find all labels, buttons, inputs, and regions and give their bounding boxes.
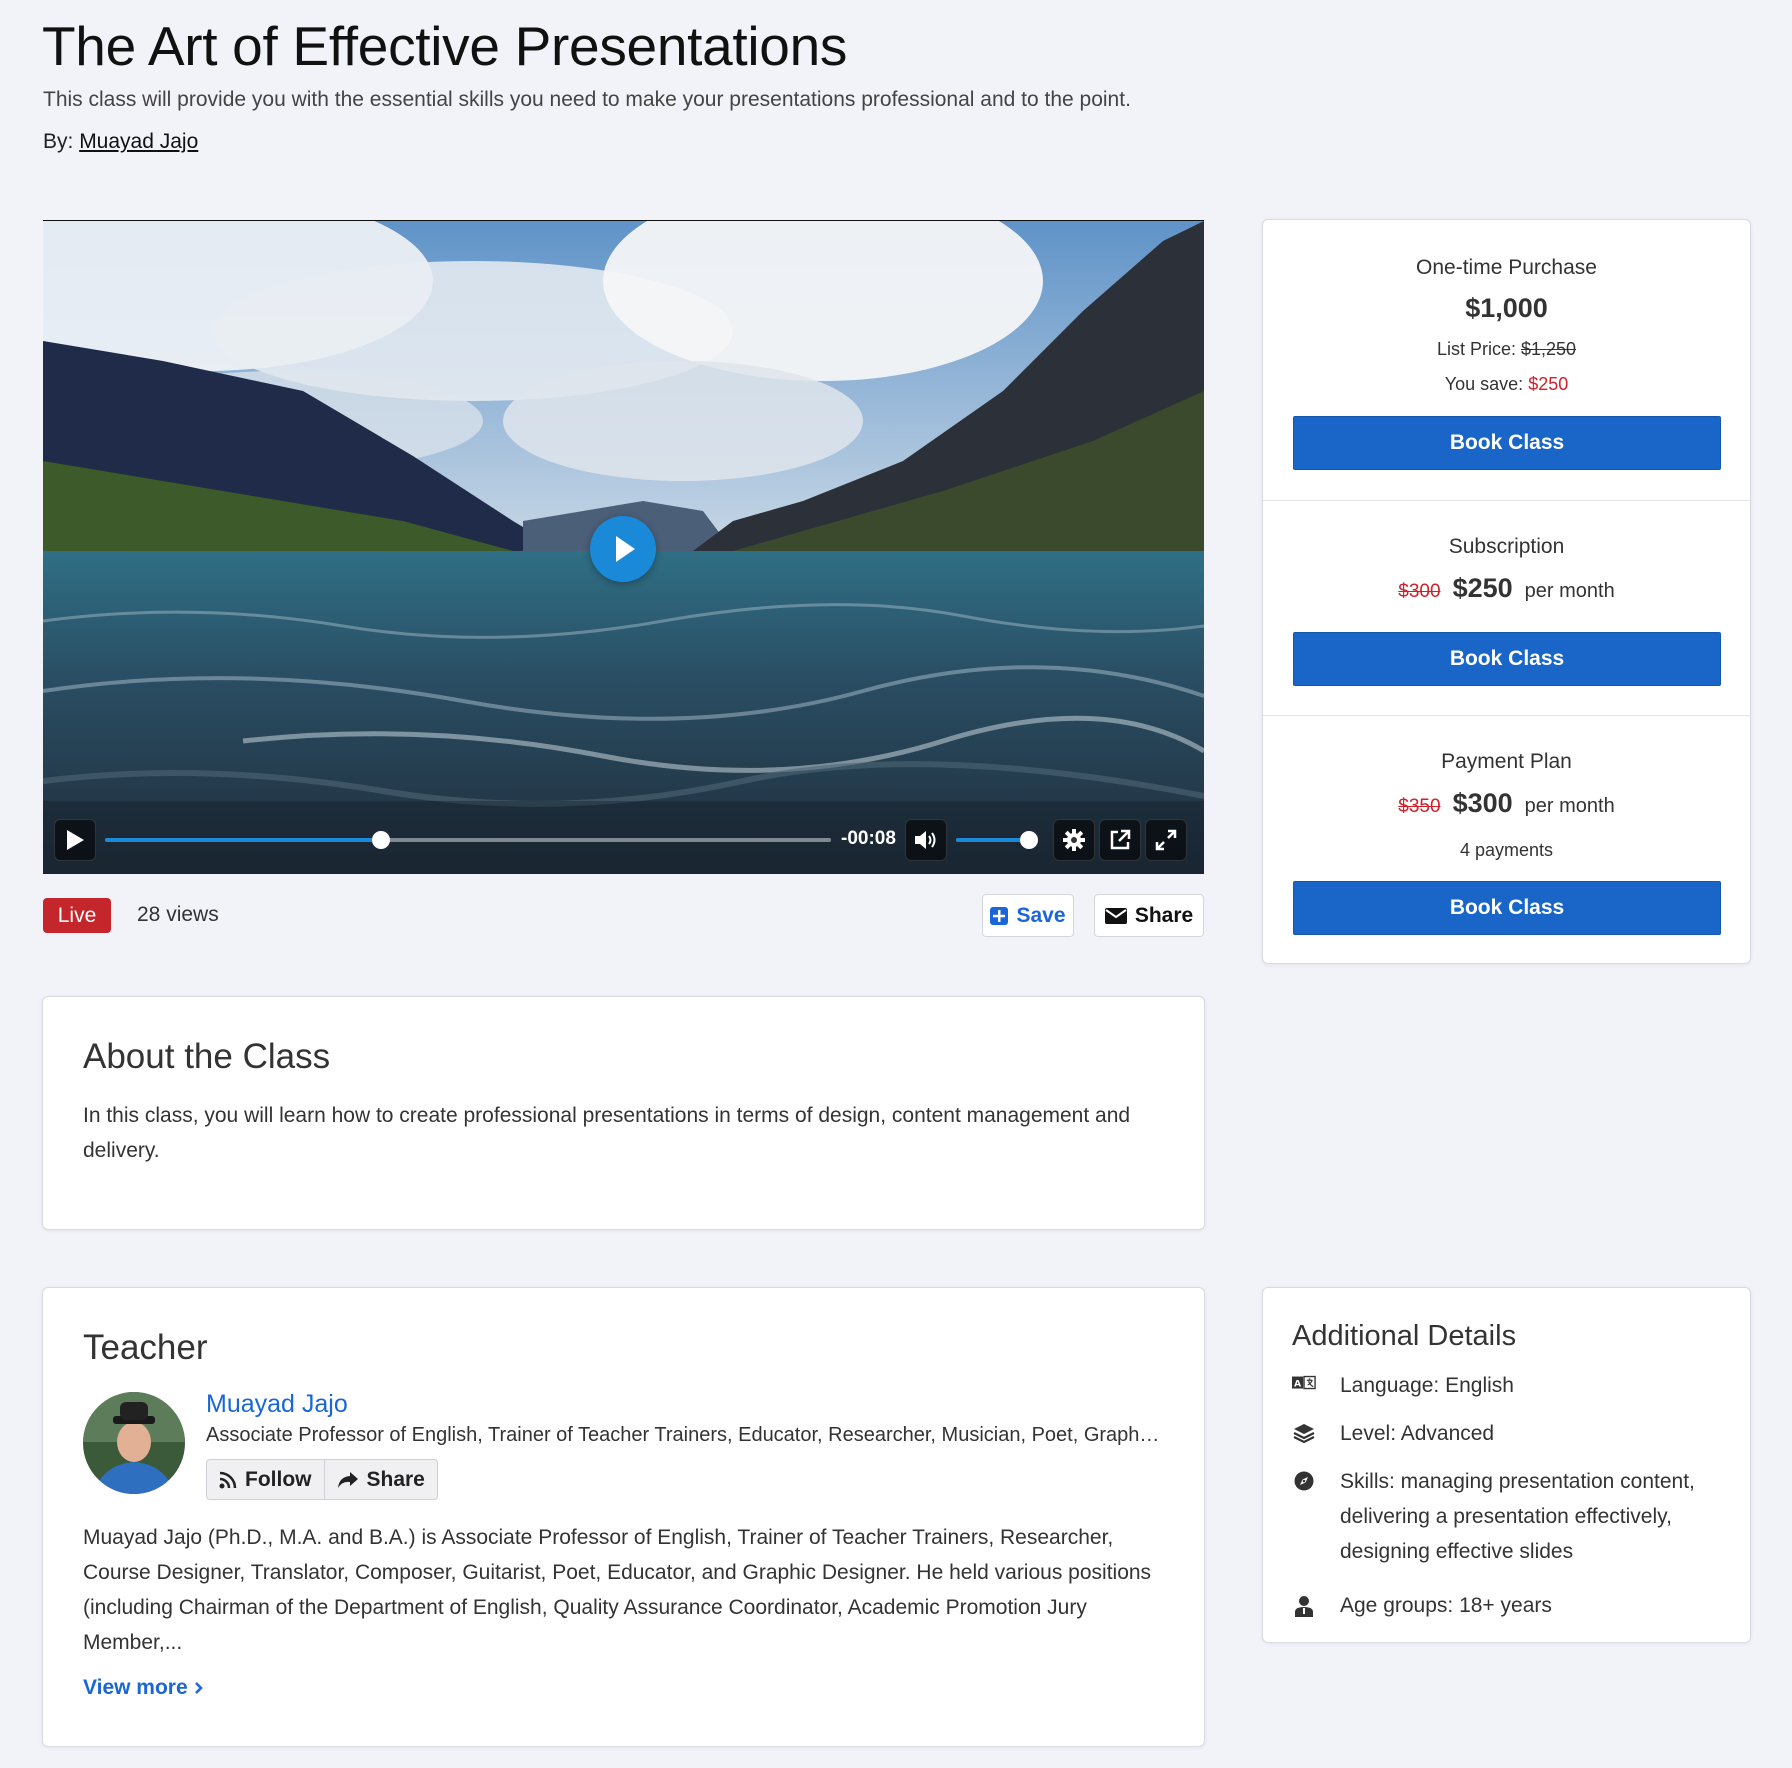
detail-skills: Skills: managing presentation content, d… [1292, 1464, 1732, 1569]
payment-plan-period: per month [1524, 795, 1615, 817]
view-count: 28 views [137, 903, 219, 926]
payment-plan-section: Payment Plan $350 $300 per month 4 payme… [1263, 715, 1750, 965]
volume-handle[interactable] [1020, 831, 1038, 849]
book-class-payment-plan-button[interactable]: Book Class [1293, 881, 1721, 935]
popout-button[interactable] [1099, 819, 1141, 861]
play-button[interactable] [54, 819, 96, 861]
live-badge: Live [43, 898, 111, 933]
video-player[interactable]: -00:08 [43, 220, 1204, 874]
chevron-right-icon [194, 1682, 203, 1694]
book-class-subscription-button[interactable]: Book Class [1293, 632, 1721, 686]
by-label: By: [43, 130, 74, 153]
additional-details-card: Additional Details A Language: English L… [1262, 1287, 1751, 1643]
detail-level: Level: Advanced [1292, 1416, 1732, 1451]
gear-icon [1063, 829, 1085, 851]
book-class-one-time-button[interactable]: Book Class [1293, 416, 1721, 470]
detail-age-groups: Age groups: 18+ years [1292, 1588, 1732, 1623]
about-card: About the Class In this class, you will … [42, 996, 1205, 1230]
language-icon: A [1292, 1368, 1316, 1403]
detail-age-text: Age groups: 18+ years [1340, 1594, 1552, 1617]
details-heading: Additional Details [1292, 1320, 1517, 1352]
you-save-row: You save: $250 [1263, 374, 1750, 395]
one-time-purchase-section: One-time Purchase $1,000 List Price: $1,… [1263, 220, 1750, 500]
payment-plan-price: $300 [1452, 788, 1513, 818]
teacher-card: Teacher Muayad Jajo Associate Professor … [42, 1287, 1205, 1747]
teacher-share-button[interactable]: Share [323, 1460, 437, 1499]
volume-icon [915, 831, 936, 849]
one-time-price: $1,000 [1465, 293, 1548, 323]
time-remaining: -00:08 [841, 828, 896, 849]
progress-bar[interactable] [105, 831, 831, 849]
avatar-image [83, 1392, 185, 1494]
share-label: Share [1134, 903, 1194, 927]
teacher-share-label: Share [366, 1467, 425, 1491]
page-title: The Art of Effective Presentations [42, 15, 848, 77]
payment-plan-price-row: $350 $300 per month [1263, 788, 1750, 819]
person-icon [1292, 1588, 1316, 1623]
envelope-icon [1104, 907, 1127, 924]
follow-button[interactable]: Follow [207, 1460, 324, 1499]
view-more-label: View more [83, 1676, 188, 1699]
play-icon [67, 830, 84, 850]
volume-slider[interactable] [956, 831, 1038, 849]
share-button[interactable]: Share [1094, 894, 1204, 937]
play-overlay-button[interactable] [590, 516, 656, 582]
detail-language-text: Language: English [1340, 1374, 1514, 1397]
external-link-icon [1110, 829, 1131, 850]
mute-button[interactable] [905, 819, 947, 861]
rss-icon [219, 1471, 237, 1488]
teacher-bio: Muayad Jajo (Ph.D., M.A. and B.A.) is As… [83, 1526, 1152, 1654]
save-button[interactable]: Save [982, 894, 1074, 937]
layers-icon [1292, 1416, 1316, 1451]
subscription-price-row: $300 $250 per month [1263, 573, 1750, 604]
page-subtitle: This class will provide you with the ess… [43, 88, 1131, 111]
list-price-label: List Price: [1436, 339, 1516, 359]
follow-label: Follow [245, 1467, 312, 1491]
subscription-old-price: $300 [1398, 581, 1441, 602]
payment-plan-title: Payment Plan [1441, 750, 1572, 773]
you-save-value: $250 [1528, 374, 1569, 394]
compass-icon [1292, 1464, 1316, 1569]
payment-plan-old-price: $350 [1398, 796, 1441, 817]
byline: By: Muayad Jajo [43, 130, 198, 154]
subscription-section: Subscription $300 $250 per month Book Cl… [1263, 500, 1750, 715]
detail-language: A Language: English [1292, 1368, 1732, 1403]
settings-button[interactable] [1053, 819, 1095, 861]
author-link[interactable]: Muayad Jajo [79, 130, 198, 153]
payment-count: 4 payments [1459, 840, 1554, 860]
teacher-actions: Follow Share [206, 1459, 438, 1500]
list-price-row: List Price: $1,250 [1263, 339, 1750, 360]
pricing-card: One-time Purchase $1,000 List Price: $1,… [1262, 219, 1751, 964]
list-price-value: $1,250 [1520, 339, 1577, 359]
teacher-name-link[interactable]: Muayad Jajo [206, 1390, 348, 1419]
about-text: In this class, you will learn how to cre… [83, 1104, 1131, 1162]
teacher-heading: Teacher [83, 1328, 208, 1367]
fullscreen-icon [1155, 829, 1177, 851]
subscription-period: per month [1524, 580, 1615, 602]
teacher-avatar[interactable] [83, 1392, 185, 1494]
one-time-title: One-time Purchase [1416, 256, 1597, 279]
subscription-price: $250 [1452, 573, 1513, 603]
share-arrow-icon [337, 1471, 358, 1488]
you-save-label: You save: [1444, 374, 1524, 394]
about-heading: About the Class [83, 1037, 331, 1076]
subscription-title: Subscription [1448, 535, 1565, 558]
svg-text:A: A [1294, 1379, 1302, 1390]
plus-square-icon [990, 906, 1009, 925]
progress-fill [105, 838, 381, 842]
detail-level-text: Level: Advanced [1340, 1422, 1495, 1445]
detail-skills-text: Skills: managing presentation content, d… [1340, 1470, 1695, 1563]
view-more-link[interactable]: View more [83, 1676, 204, 1700]
teacher-roles: Associate Professor of English, Trainer … [206, 1424, 1161, 1446]
progress-handle[interactable] [372, 831, 390, 849]
save-label: Save [1016, 903, 1066, 927]
fullscreen-button[interactable] [1145, 819, 1187, 861]
